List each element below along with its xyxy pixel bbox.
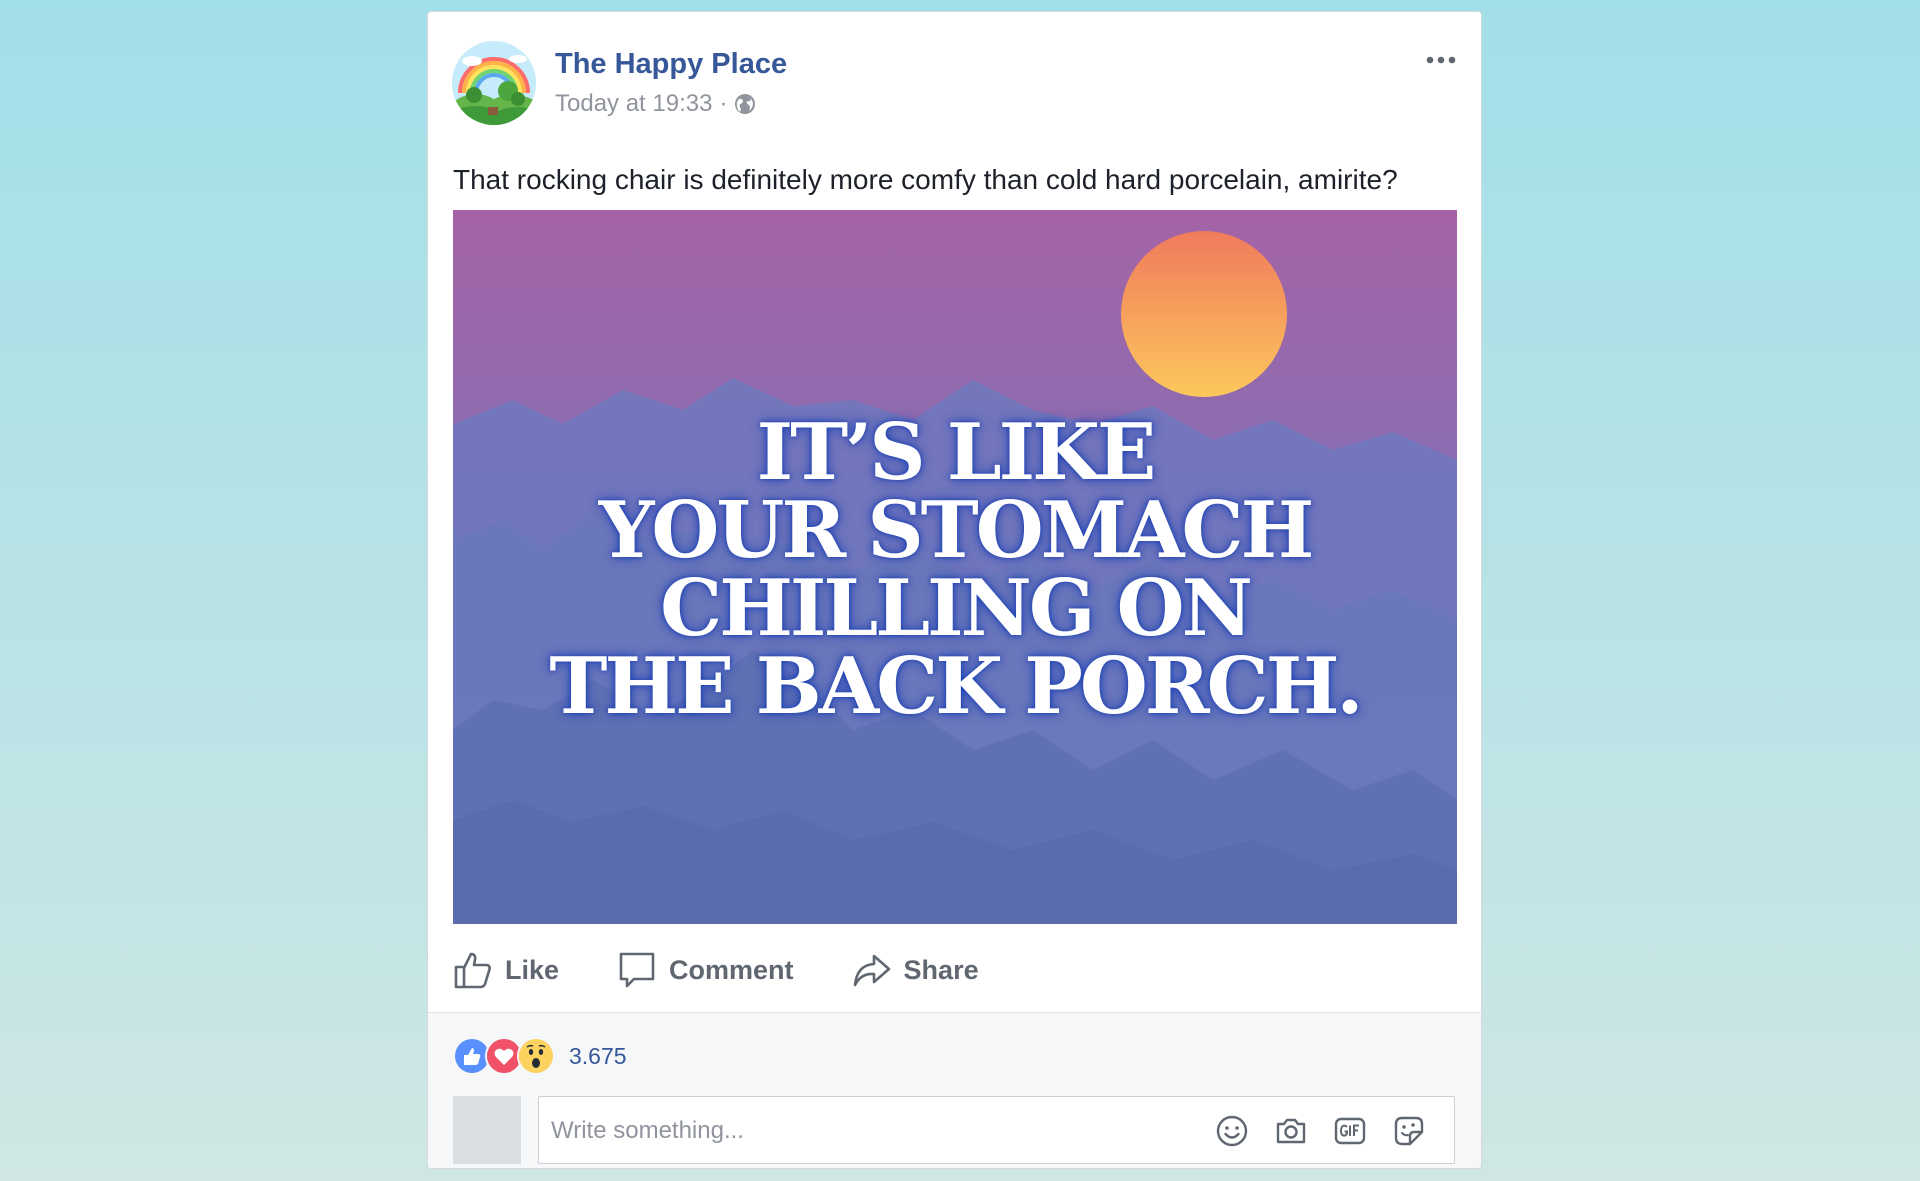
headline-line: CHILLING ON <box>660 563 1253 654</box>
post-timestamp[interactable]: Today at 19:33 <box>555 90 712 118</box>
comment-button[interactable]: Comment <box>617 950 794 990</box>
like-button[interactable]: Like <box>453 950 559 990</box>
page-avatar[interactable] <box>452 41 536 125</box>
headline-line: THE BACK PORCH. <box>549 641 1363 732</box>
camera-icon[interactable] <box>1274 1114 1308 1148</box>
post-text: That rocking chair is definitely more co… <box>453 164 1398 195</box>
share-icon <box>853 954 890 987</box>
comment-box <box>538 1096 1455 1165</box>
more-options-icon[interactable] <box>1421 50 1461 70</box>
headline-line: YOUR STOMACH <box>598 485 1315 576</box>
comment-icon <box>619 952 655 988</box>
globe-icon[interactable] <box>734 93 756 115</box>
reactions-summary[interactable]: 3.675 <box>453 1037 627 1075</box>
page-name-link[interactable]: The Happy Place <box>555 48 787 81</box>
emoji-icon[interactable] <box>1215 1114 1249 1148</box>
thumbs-up-icon <box>454 952 491 989</box>
rainbow-landscape-icon <box>452 41 536 125</box>
post-card: The Happy Place Today at 19:33 · That ro… <box>427 11 1482 1169</box>
comment-label: Comment <box>669 954 794 985</box>
gif-icon[interactable] <box>1333 1114 1367 1148</box>
post-actions: Like Comment Share <box>453 942 1037 998</box>
meta-separator: · <box>719 90 728 117</box>
wow-reaction-icon <box>517 1037 555 1075</box>
image-headline: IT’S LIKE YOUR STOMACH CHILLING ON THE B… <box>453 414 1457 726</box>
post-image[interactable]: IT’S LIKE YOUR STOMACH CHILLING ON THE B… <box>453 210 1457 924</box>
sun-shape <box>1121 231 1287 397</box>
reaction-icons <box>453 1037 555 1075</box>
reaction-count[interactable]: 3.675 <box>569 1043 627 1070</box>
post-footer: 3.675 <box>428 1012 1481 1168</box>
share-button[interactable]: Share <box>852 950 979 990</box>
sticker-icon[interactable] <box>1392 1114 1426 1148</box>
user-avatar <box>453 1096 521 1164</box>
post-meta: Today at 19:33 · <box>555 90 756 118</box>
share-label: Share <box>903 954 979 985</box>
like-label: Like <box>505 954 560 985</box>
comment-input[interactable] <box>549 1097 1173 1165</box>
headline-line: IT’S LIKE <box>756 407 1157 498</box>
comment-tools <box>1190 1114 1426 1148</box>
